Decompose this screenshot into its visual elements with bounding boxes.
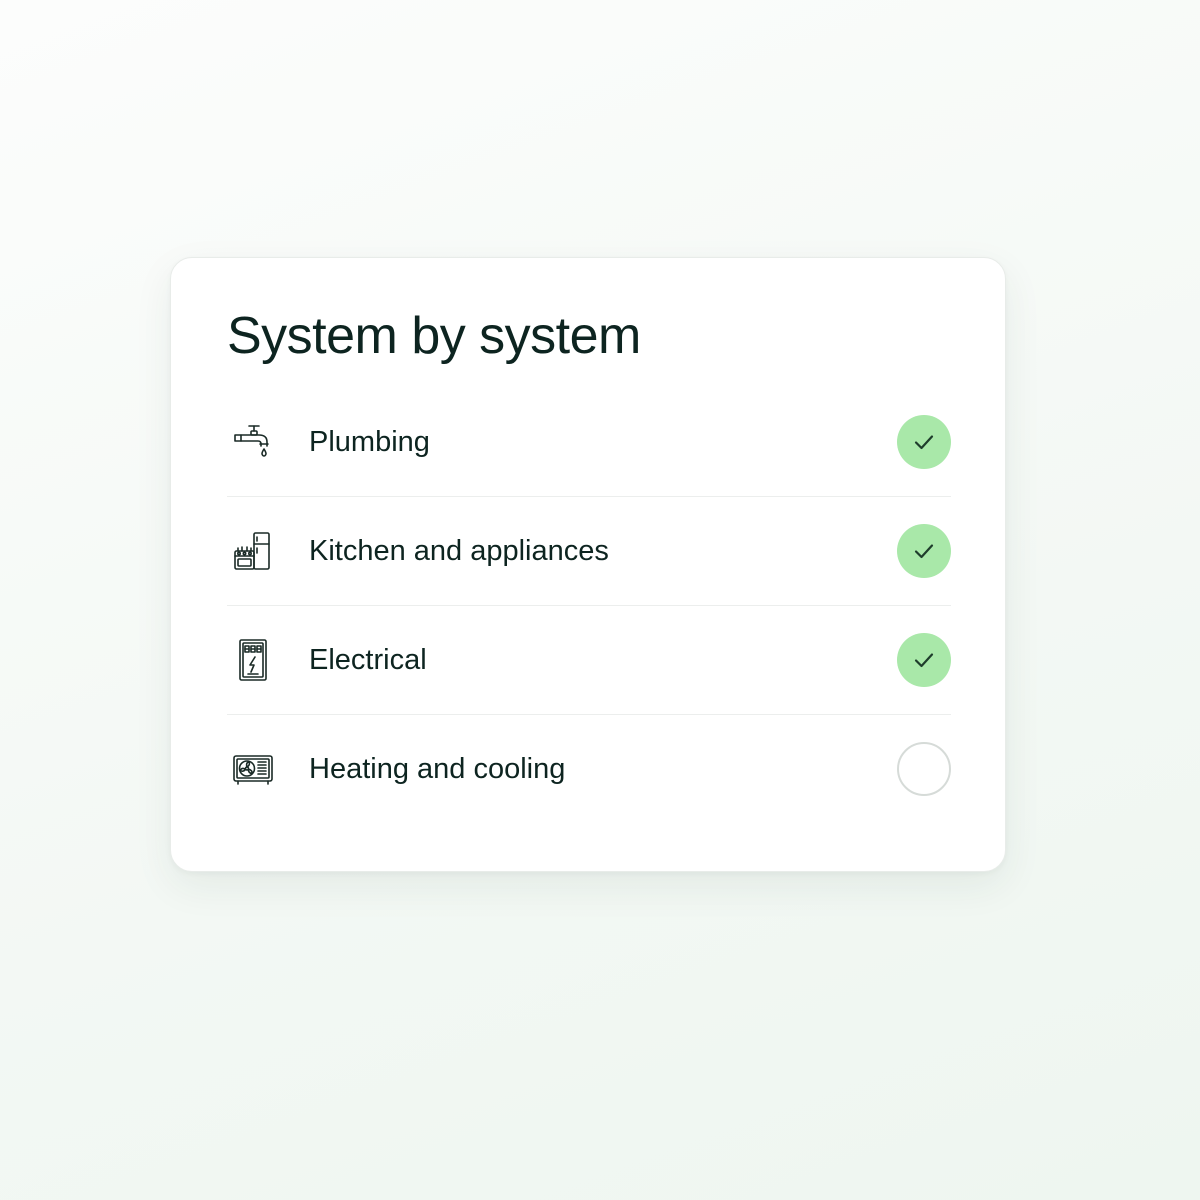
faucet-icon bbox=[227, 416, 279, 468]
checkmark-icon bbox=[914, 544, 934, 559]
item-label: Plumbing bbox=[309, 425, 430, 458]
systems-card: System by system Plumbing Kitchen and ap… bbox=[170, 257, 1006, 872]
status-complete[interactable] bbox=[897, 633, 951, 687]
list-item-kitchen[interactable]: Kitchen and appliances bbox=[227, 497, 951, 606]
item-label: Heating and cooling bbox=[309, 752, 566, 785]
system-list: Plumbing Kitchen and appliances Electric… bbox=[227, 388, 951, 823]
card-title: System by system bbox=[227, 307, 641, 365]
ac-unit-icon bbox=[227, 743, 279, 795]
checkmark-icon bbox=[914, 435, 934, 450]
status-complete[interactable] bbox=[897, 415, 951, 469]
stove-fridge-icon bbox=[227, 525, 279, 577]
list-item-plumbing[interactable]: Plumbing bbox=[227, 388, 951, 497]
checkmark-icon bbox=[914, 653, 934, 668]
status-complete[interactable] bbox=[897, 524, 951, 578]
list-item-electrical[interactable]: Electrical bbox=[227, 606, 951, 715]
item-label: Kitchen and appliances bbox=[309, 534, 609, 567]
item-label: Electrical bbox=[309, 643, 427, 676]
electrical-panel-icon bbox=[227, 634, 279, 686]
list-item-heating-cooling[interactable]: Heating and cooling bbox=[227, 715, 951, 823]
status-incomplete[interactable] bbox=[897, 742, 951, 796]
